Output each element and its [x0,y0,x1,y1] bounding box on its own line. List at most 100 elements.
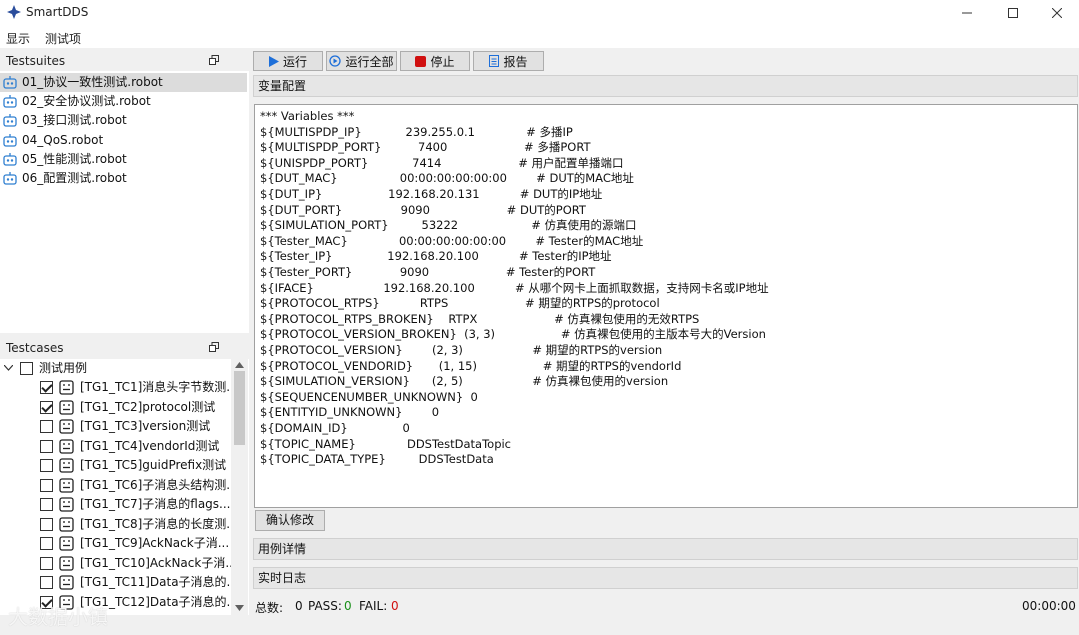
testcase-checkbox[interactable] [40,400,53,414]
suite-item[interactable]: 03_接口测试.robot [0,111,247,130]
testcase-checkbox[interactable] [40,381,53,394]
report-label: 报告 [503,54,528,69]
minimize-button[interactable] [944,0,989,26]
testcase-row[interactable]: [TG1_TC7]子消息的flags... [0,495,231,514]
editor-line: ${DUT_MAC} 00:00:00:00:00:00 # DUT的MAC地址 [260,171,634,186]
pass-label: PASS: [308,599,342,613]
testcase-row[interactable]: [TG1_TC9]AckNack子消... [0,534,230,553]
testcase-checkbox[interactable] [40,420,53,433]
testcase-icon [59,575,74,590]
live-log-title: 实时日志 [258,571,307,585]
testcase-label: [TG1_TC9]AckNack子消... [80,536,230,550]
minimize-icon [961,12,972,14]
editor-line: *** Variables *** [260,109,355,123]
testcase-row[interactable]: [TG1_TC11]Data子消息的... [0,573,238,592]
testcase-row[interactable]: [TG1_TC4]vendorId测试 [0,437,230,456]
testcase-row[interactable]: [TG1_TC6]子消息头结构测... [0,476,238,495]
confirm-edit-button[interactable]: 确认修改 [255,510,325,531]
robot-icon [3,95,17,108]
testcases-tree: 测试用例 [TG1_TC1]消息头字节数测... [TG1_TC2]protoco… [0,359,249,615]
suite-label: 02_安全协议测试.robot [22,94,151,108]
testcase-row[interactable]: [TG1_TC2]protocol测试 [0,398,230,417]
run-label: 运行 [282,54,307,69]
suite-label: 06_配置测试.robot [22,171,127,185]
fail-count: 0 [391,599,399,613]
editor-line: ${DUT_IP} 192.168.20.131 # DUT的IP地址 [260,187,603,201]
suite-item[interactable]: 02_安全协议测试.robot [0,92,247,111]
suite-label: 05_性能测试.robot [22,152,127,166]
suite-item[interactable]: 05_性能测试.robot [0,150,247,169]
scroll-up-icon[interactable] [235,362,244,368]
robot-icon [3,172,17,185]
tree-root[interactable]: 测试用例 [0,359,230,378]
run-all-label: 运行全部 [345,54,394,69]
testcase-icon [59,438,74,454]
app-logo-icon [7,5,21,19]
editor-line: ${PROTOCOL_VERSION} (2, 3) # 期望的RTPS的ver… [260,343,663,357]
testcase-checkbox[interactable] [40,556,53,570]
robot-icon [3,153,17,166]
editor-line: ${Tester_PORT} 9090 # Tester的PORT [260,265,596,279]
run-button[interactable]: 运行 [253,51,323,71]
suite-item[interactable]: 01_协议一致性测试.robot [0,73,247,92]
root-checkbox[interactable] [20,362,33,375]
editor-line: ${DOMAIN_ID} 0 [260,421,410,435]
testcase-label: [TG1_TC8]子消息的长度测... [80,516,238,531]
testcase-label: [TG1_TC11]Data子消息的... [80,575,238,589]
testcase-checkbox[interactable] [40,498,53,511]
robot-icon [3,76,17,89]
play-icon [268,55,279,67]
suite-item[interactable]: 06_配置测试.robot [0,169,247,188]
robot-icon [3,114,17,127]
live-log-section-header[interactable]: 实时日志 [253,567,1078,589]
testcase-checkbox[interactable] [40,478,53,492]
menu-test-items[interactable]: 测试项 [45,30,81,47]
total-label: 总数: [255,601,284,615]
testcase-row[interactable]: [TG1_TC3]version测试 [0,417,230,436]
report-button[interactable]: 报告 [473,51,544,71]
testcase-icon [59,477,74,493]
testcase-row[interactable]: [TG1_TC1]消息头字节数测... [0,378,238,397]
editor-line: ${ENTITYID_UNKNOWN} 0 [260,405,440,420]
menu-display[interactable]: 显示 [6,30,30,47]
editor-line: ${PROTOCOL_VERSION_BROKEN} (3, 3) # 仿真裸包… [260,327,766,342]
editor-line: ${SIMULATION_PORT} 53222 # 仿真使用的源端口 [260,218,637,233]
testcase-icon [59,497,74,512]
testcase-checkbox[interactable] [40,439,53,453]
chevron-down-icon[interactable] [4,365,13,371]
variables-section-header[interactable]: 变量配置 [253,75,1078,97]
editor-line: ${DUT_PORT} 9090 # DUT的PORT [260,202,586,217]
editor-line: ${UNISPDP_PORT} 7414 # 用户配置单播端口 [260,155,624,170]
variables-editor[interactable]: *** Variables *** ${MULTISPDP_IP} 239.255… [254,104,1078,508]
scroll-down-icon[interactable] [235,605,244,611]
scrollbar-thumb[interactable] [234,371,245,445]
menu-bar: 显示 测试项 [0,26,1079,48]
testcase-icon [59,419,74,434]
testcase-icon [59,458,74,473]
stop-icon [415,55,427,67]
editor-line: ${TOPIC_NAME} DDSTestDataTopic [260,436,512,451]
testcase-checkbox[interactable] [40,459,53,472]
maximize-button[interactable] [990,0,1035,26]
testcase-checkbox[interactable] [40,537,53,550]
case-detail-section-header[interactable]: 用例详情 [253,538,1078,560]
testcase-checkbox[interactable] [40,517,53,531]
testcases-header: Testcases [0,338,249,358]
close-button[interactable] [1034,0,1079,26]
testsuites-header: Testsuites [0,51,249,71]
testcase-row[interactable]: [TG1_TC5]guidPrefix测试 [0,456,230,475]
testcase-row[interactable]: [TG1_TC8]子消息的长度测... [0,515,238,534]
testsuites-title: Testsuites [6,54,66,68]
testcase-label: [TG1_TC10]AckNack子消... [80,555,237,570]
testcase-row[interactable]: [TG1_TC10]AckNack子消... [0,554,237,573]
run-all-button[interactable]: 运行全部 [326,51,397,71]
undock-icon[interactable] [209,342,219,352]
stop-button[interactable]: 停止 [400,51,470,71]
testcase-label: [TG1_TC2]protocol测试 [80,399,216,414]
close-icon [1051,8,1062,18]
suite-item[interactable]: 04_QoS.robot [0,131,247,150]
testcases-scrollbar[interactable] [231,359,248,615]
testcase-icon [59,516,74,532]
undock-icon[interactable] [209,55,219,65]
testcase-checkbox[interactable] [40,576,53,589]
